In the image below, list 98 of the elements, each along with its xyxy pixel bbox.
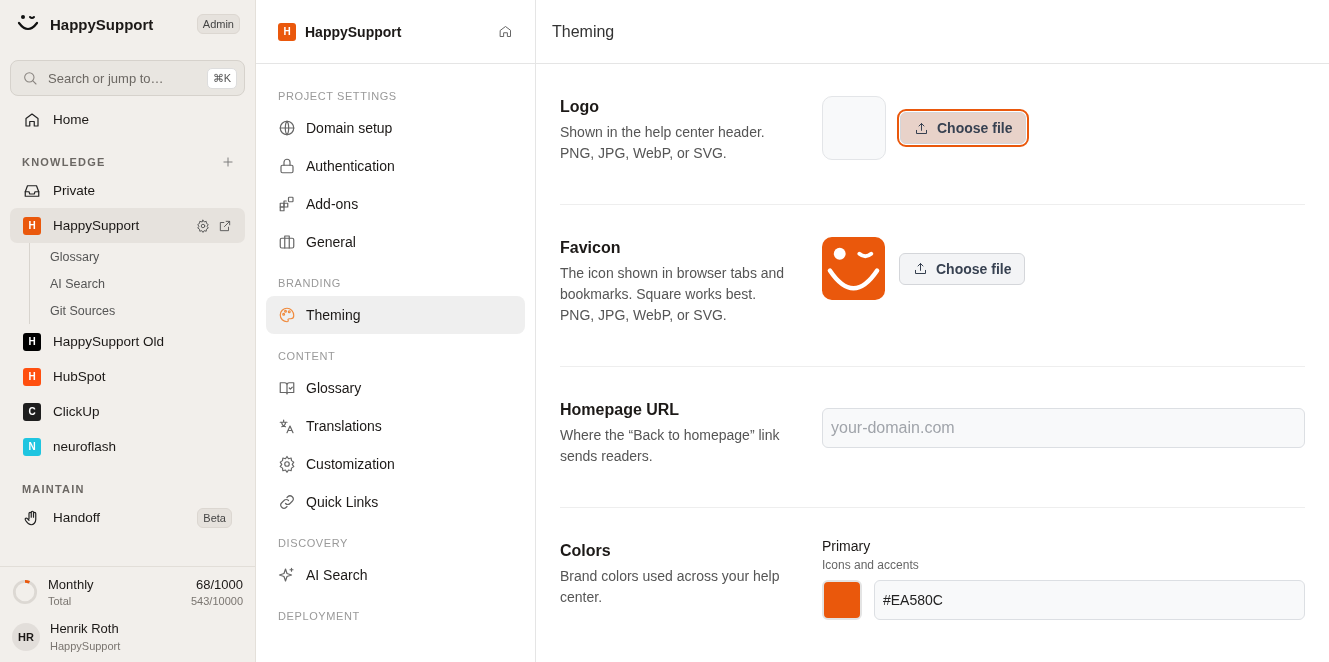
- nav-label: AI Search: [306, 567, 369, 583]
- nav-label: HubSpot: [53, 369, 107, 384]
- nav-item[interactable]: C ClickUp: [10, 394, 245, 429]
- upload-icon: [914, 120, 929, 136]
- settings-nav-item[interactable]: Translations: [266, 407, 525, 445]
- settings-nav-item[interactable]: Customization: [266, 445, 525, 483]
- settings-nav-item[interactable]: Authentication: [266, 147, 525, 185]
- translate-icon: [278, 417, 296, 435]
- nav-item[interactable]: H HubSpot: [10, 359, 245, 394]
- nav-label: Theming: [306, 307, 362, 323]
- nav-label: neuroflash: [53, 439, 118, 454]
- sub-item[interactable]: AI Search: [40, 270, 105, 297]
- settings-nav-item[interactable]: Add-ons: [266, 185, 525, 223]
- usage-sublabel: Total: [48, 595, 73, 607]
- section-title: Logo: [560, 98, 601, 116]
- settings-icon[interactable]: [196, 218, 210, 233]
- section-description: Where the “Back to homepage” link sends readers.: [560, 426, 781, 466]
- settings-nav-item[interactable]: General: [266, 223, 525, 261]
- section-title: Colors: [560, 542, 612, 560]
- nav-label: Quick Links: [306, 494, 380, 510]
- choose-file-button[interactable]: Choose file: [899, 252, 1026, 285]
- section-heading: KNOWLEDGE: [22, 156, 106, 168]
- search-icon: [22, 70, 38, 86]
- workspace-badge: H: [23, 216, 41, 235]
- usage-subvalue: 543/10000: [191, 595, 243, 607]
- nav-item[interactable]: Home: [10, 102, 245, 137]
- workspace-badge: C: [23, 402, 41, 421]
- settings-nav-item[interactable]: Quick Links: [266, 483, 525, 521]
- section-description: Brand colors used across your help center.: [560, 567, 781, 607]
- section-heading: BRANDING: [277, 276, 342, 291]
- settings-nav-item[interactable]: Glossary: [266, 369, 525, 407]
- beta-badge: Beta: [197, 507, 232, 528]
- section-heading: MAINTAIN: [22, 483, 85, 495]
- sub-item[interactable]: Glossary: [40, 243, 100, 270]
- lock-icon: [278, 157, 296, 175]
- shortcut-key: ⌘K: [206, 67, 237, 89]
- nav-label: Glossary: [306, 380, 363, 396]
- workspace-badge: H: [23, 332, 41, 351]
- nav-item[interactable]: Private: [10, 173, 245, 208]
- section-heading: DISCOVERY: [277, 536, 349, 551]
- nav-label: Add-ons: [306, 196, 360, 212]
- nav-label: ClickUp: [53, 404, 101, 419]
- color-swatch[interactable]: [822, 580, 862, 620]
- nav-label: Private: [53, 183, 97, 198]
- nav-item[interactable]: H HappySupport: [10, 208, 245, 243]
- workspace-badge: N: [23, 437, 41, 456]
- color-input-field[interactable]: #EA580C: [874, 580, 1305, 620]
- search-field[interactable]: Search or jump to… ⌘K: [10, 60, 245, 96]
- section-heading: CONTENT: [277, 349, 337, 364]
- link-icon: [278, 493, 296, 511]
- blocks-icon: [278, 195, 296, 213]
- sparkle-icon: [278, 566, 296, 584]
- search-input[interactable]: Search or jump to…: [46, 69, 199, 87]
- settings-nav-item[interactable]: Domain setup: [266, 109, 525, 147]
- nav-label: Authentication: [306, 158, 396, 174]
- workspace-badge: H: [278, 22, 296, 41]
- home-icon[interactable]: [498, 24, 513, 39]
- nav-label: General: [306, 234, 357, 250]
- user-name: Henrik Roth: [50, 621, 120, 636]
- sub-item[interactable]: Git Sources: [40, 297, 116, 324]
- nav-label: Home: [53, 112, 90, 127]
- nav-label: HappySupport: [53, 218, 141, 233]
- section-title: Favicon: [560, 239, 622, 257]
- nav-label: Translations: [306, 418, 383, 434]
- settings-nav-item[interactable]: AI Search: [266, 556, 525, 594]
- workspace-badge: H: [23, 367, 41, 386]
- page-title: Theming: [536, 0, 1329, 64]
- color-label: Primary: [822, 538, 872, 554]
- avatar[interactable]: HR: [12, 622, 40, 651]
- section-heading: PROJECT SETTINGS: [277, 89, 398, 104]
- section-description: The icon shown in browser tabs and bookmarks. Square works best. PNG, JPG, WebP, or SVG.: [560, 264, 785, 325]
- external-link-icon[interactable]: [218, 218, 232, 233]
- usage-label: Monthly: [48, 577, 95, 592]
- color-hint: Icons and accents: [822, 558, 920, 572]
- project-name: HappySupport: [305, 23, 403, 40]
- settings-nav-item[interactable]: Theming: [266, 296, 525, 334]
- section-description: Shown in the help center header. PNG, JPG, WebP, or SVG.: [560, 123, 766, 163]
- brand-name: HappySupport: [50, 15, 155, 33]
- globe-icon: [278, 119, 296, 137]
- nav-label: Customization: [306, 456, 396, 472]
- usage-value: 68/1000: [195, 577, 243, 592]
- nav-item[interactable]: H HappySupport Old: [10, 324, 245, 359]
- choose-file-button[interactable]: Choose file: [900, 112, 1027, 144]
- user-org: HappySupport: [50, 640, 121, 652]
- role-badge: Admin: [196, 14, 240, 34]
- nav-item[interactable]: Handoff Beta: [10, 500, 245, 535]
- nav-label: HappySupport Old: [53, 334, 166, 349]
- settings-icon: [278, 455, 296, 473]
- briefcase-icon: [278, 233, 296, 251]
- palette-icon: [278, 306, 296, 324]
- nav-label: Handoff: [53, 510, 102, 525]
- section-title: Homepage URL: [560, 401, 681, 419]
- nav-item[interactable]: N neuroflash: [10, 429, 245, 464]
- book-icon: [278, 379, 296, 397]
- url-input-field[interactable]: your-domain.com: [822, 408, 1305, 448]
- nav-label: Domain setup: [306, 120, 394, 136]
- section-heading: DEPLOYMENT: [277, 609, 361, 624]
- upload-icon: [913, 261, 928, 276]
